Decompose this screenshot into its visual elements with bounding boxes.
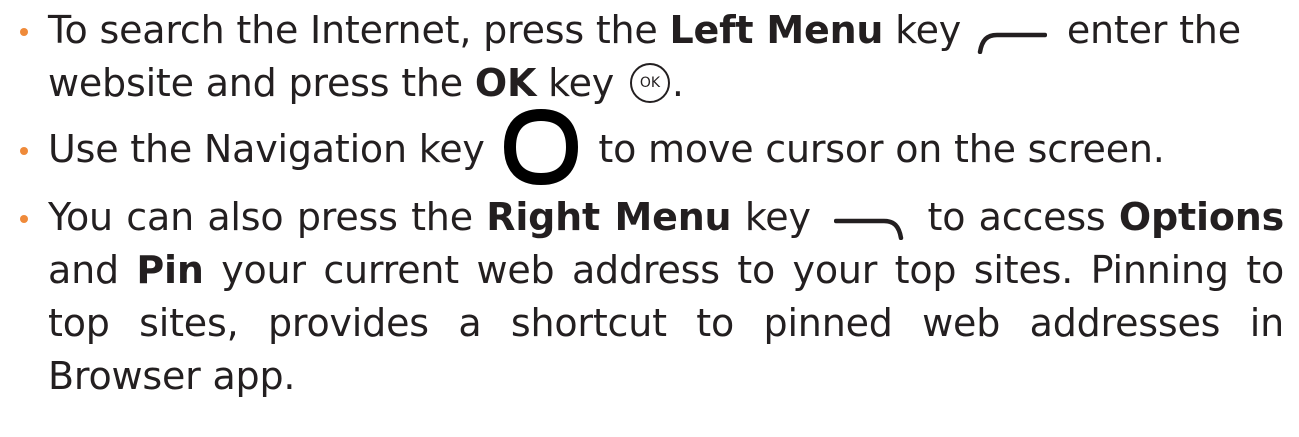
left-menu-label: Left Menu: [669, 8, 884, 52]
pin-label: Pin: [136, 247, 204, 292]
options-label: Options: [1118, 194, 1284, 239]
bullet: [20, 28, 28, 36]
bullet: [20, 214, 28, 223]
ok-label: OK: [474, 61, 537, 105]
item-text: your current web address to your top sit…: [48, 247, 1284, 398]
item-text: To search the Internet, press the: [48, 8, 670, 52]
bullet: [20, 147, 28, 155]
navigation-key-icon: [501, 106, 581, 188]
item-text: Use the Navigation key: [48, 127, 497, 171]
right-menu-key-icon: [833, 201, 904, 241]
item-text: to move cursor on the screen.: [586, 127, 1165, 171]
list-item-right-menu: You can also press the Right Menu key to…: [14, 191, 1284, 403]
item-text: You can also press the: [48, 194, 487, 239]
item-text: key: [731, 194, 825, 239]
item-text: .: [671, 61, 684, 105]
item-text: and: [48, 247, 137, 292]
list-item-navigation: Use the Navigation key to move cursor on…: [14, 108, 1284, 185]
item-text: key: [883, 8, 973, 52]
list-item-search: To search the Internet, press the Left M…: [14, 4, 1284, 110]
item-text: to access: [914, 194, 1119, 239]
right-menu-label: Right Menu: [486, 194, 732, 239]
item-text: key: [536, 61, 626, 105]
ok-key-icon: OK: [629, 62, 670, 103]
left-menu-key-icon: [977, 15, 1048, 54]
instruction-list: To search the Internet, press the Left M…: [14, 4, 1284, 403]
